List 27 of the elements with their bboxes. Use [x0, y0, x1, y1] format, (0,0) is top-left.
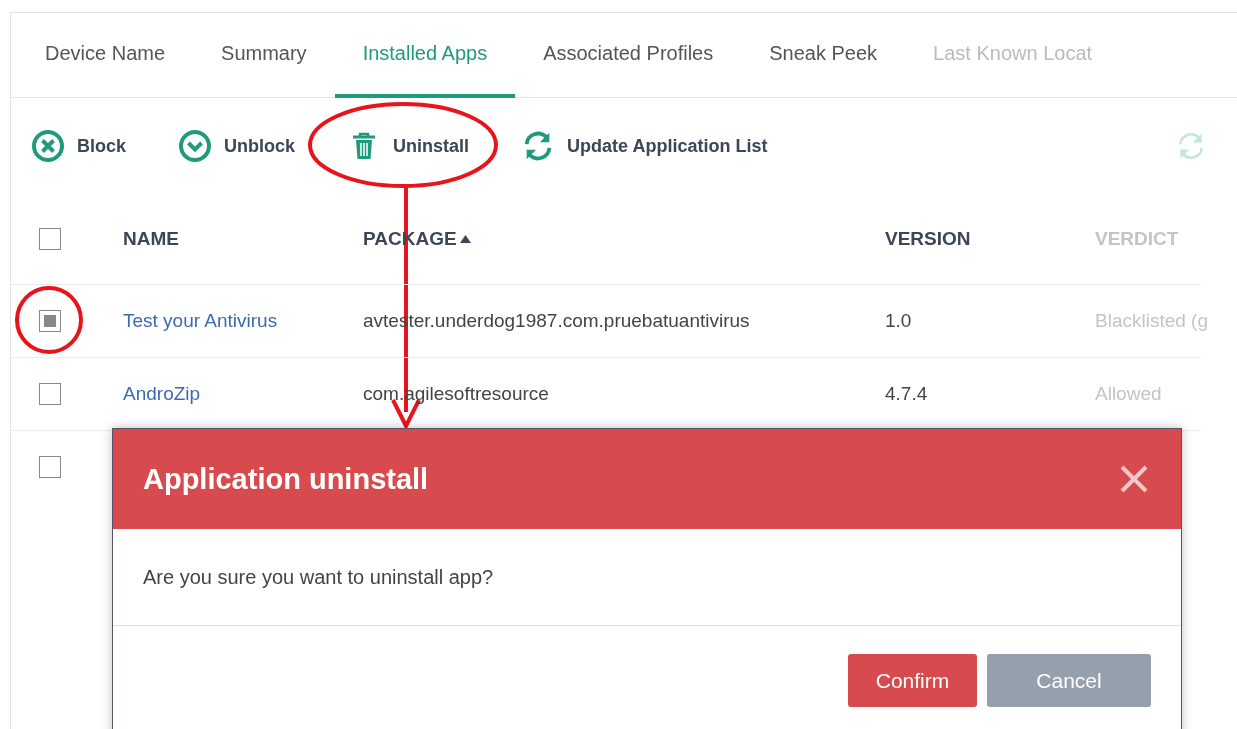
dialog-message: Are you sure you want to uninstall app? [143, 565, 494, 589]
uninstall-button[interactable]: Uninstall [347, 129, 484, 163]
tab[interactable]: Associated Profiles [515, 13, 742, 98]
row-checkbox[interactable] [39, 383, 61, 405]
tab[interactable]: Sneak Peek [741, 13, 906, 98]
tab[interactable]: Installed Apps [334, 13, 516, 98]
confirm-button[interactable]: Confirm [848, 654, 977, 707]
column-header[interactable]: VERSION [885, 228, 971, 249]
version-cell: 1.0 [885, 310, 912, 331]
tab[interactable]: Device Name [17, 13, 194, 98]
row-checkbox[interactable] [39, 310, 61, 332]
unblock-button[interactable]: Unblock [178, 129, 310, 163]
dialog-title: Application uninstall [143, 462, 429, 496]
select-all-checkbox[interactable] [39, 228, 61, 250]
block-icon [31, 129, 65, 163]
annotation-circle [15, 286, 83, 354]
chevron-circle-icon [178, 129, 213, 163]
row-checkbox[interactable] [39, 456, 61, 478]
version-cell: 4.7.4 [885, 383, 928, 404]
block-button[interactable]: Block [31, 129, 141, 163]
app-name-link[interactable]: Test your Antivirus [123, 310, 278, 331]
column-header[interactable]: NAME [123, 228, 179, 249]
verdict-cell: Allowed [1095, 383, 1162, 404]
update-button[interactable]: Update Application List [521, 129, 782, 163]
tab[interactable]: Summary [193, 13, 335, 98]
app-name-link[interactable]: AndroZip [123, 383, 201, 404]
verdict-cell: Blacklisted (g [1095, 310, 1208, 331]
